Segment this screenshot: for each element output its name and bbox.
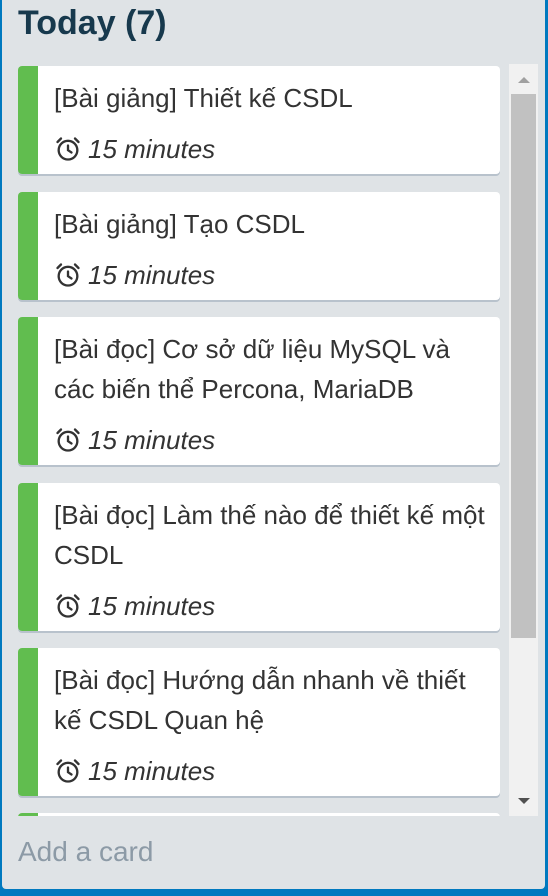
card-duration: 15 minutes [88, 259, 216, 290]
alarm-clock-icon [56, 759, 80, 783]
cards-container: [Bài giảng] Thiết kế CSDL 15 minutes [Bà… [2, 64, 545, 816]
scrollbar[interactable] [509, 64, 538, 816]
card[interactable]: [Bài đọc] Hướng dẫn nhanh về thiết kế CS… [18, 648, 500, 796]
card-duration: 15 minutes [88, 133, 216, 164]
card-due-badge: 15 minutes [54, 423, 215, 457]
card-label-green [18, 66, 38, 174]
card-label-green [18, 192, 38, 300]
list-title[interactable]: Today (7) [18, 4, 167, 42]
card-due-badge: 15 minutes [54, 754, 215, 788]
card-label-green [18, 483, 38, 631]
arrow-down-icon [517, 797, 530, 804]
card-duration: 15 minutes [88, 755, 216, 786]
card-label-green [18, 813, 38, 816]
card-due-badge: 15 minutes [54, 589, 215, 623]
scroll-down-button[interactable] [509, 786, 538, 816]
card-due-badge: 15 minutes [54, 258, 215, 292]
card[interactable]: [Bài giảng] Thiết kế CSDL 15 minutes [18, 66, 500, 174]
card-duration: 15 minutes [88, 590, 216, 621]
card-label-green [18, 648, 38, 796]
card[interactable]: [Bài đọc] Cơ sở dữ liệu MySQL và các biế… [18, 317, 500, 465]
scrollbar-thumb[interactable] [511, 94, 536, 638]
alarm-clock-icon [56, 137, 80, 161]
card-duration: 15 minutes [88, 424, 216, 455]
alarm-clock-icon [56, 428, 80, 452]
card-title: [Bài đọc] Cơ sở dữ liệu MySQL và các biế… [54, 334, 450, 404]
alarm-clock-icon [56, 594, 80, 618]
card-title: [Bài đọc] Làm thế nào để thiết kế một CS… [54, 500, 485, 570]
card-title: [Bài đọc] Hướng dẫn nhanh về thiết kế CS… [54, 665, 466, 735]
arrow-up-icon [517, 76, 530, 83]
card-title: [Bài giảng] Thiết kế CSDL [54, 83, 353, 113]
card-title: [Bài giảng] Tạo CSDL [54, 209, 305, 239]
card-label-green [18, 317, 38, 465]
card-due-badge: 15 minutes [54, 132, 215, 166]
card[interactable]: [Bài giảng] Tạo CSDL 15 minutes [18, 192, 500, 300]
scroll-up-button[interactable] [509, 64, 538, 94]
list-today: Today (7) [Bài giảng] Thiết kế CSDL 15 m… [2, 0, 545, 889]
card-partial[interactable] [18, 813, 500, 816]
alarm-clock-icon [56, 263, 80, 287]
card[interactable]: [Bài đọc] Làm thế nào để thiết kế một CS… [18, 483, 500, 631]
add-card-button[interactable]: Add a card [18, 836, 153, 868]
